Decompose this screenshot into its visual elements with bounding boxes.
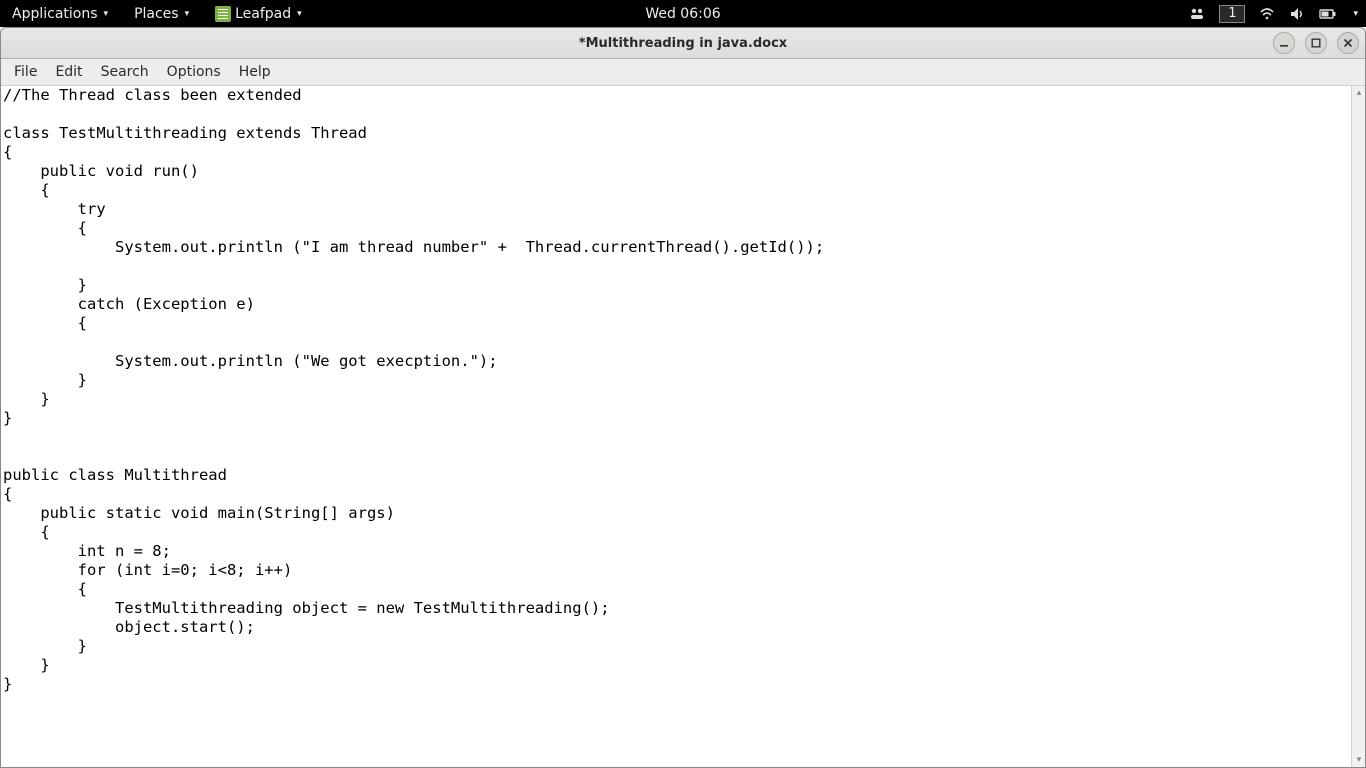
menu-search[interactable]: Search [92, 62, 158, 82]
menu-edit-label: Edit [55, 64, 82, 80]
menu-edit[interactable]: Edit [46, 62, 91, 82]
applications-menu[interactable]: Applications ▾ [8, 6, 112, 22]
workspace-indicator[interactable]: 1 [1219, 5, 1245, 23]
battery-icon[interactable] [1319, 7, 1337, 21]
leafpad-window: *Multithreading in java.docx File Edit S… [0, 27, 1366, 768]
caret-down-icon: ▾ [297, 9, 302, 19]
menu-help-label: Help [239, 64, 271, 80]
gnome-top-bar: Applications ▾ Places ▾ Leafpad ▾ Wed 06… [0, 0, 1366, 27]
window-title: *Multithreading in java.docx [579, 36, 787, 51]
top-bar-left: Applications ▾ Places ▾ Leafpad ▾ [8, 6, 306, 22]
applications-label: Applications [12, 6, 98, 22]
text-editor[interactable]: //The Thread class been extended class T… [1, 86, 1351, 767]
places-label: Places [134, 6, 179, 22]
maximize-button[interactable] [1305, 32, 1327, 54]
close-icon [1343, 38, 1353, 48]
maximize-icon [1311, 38, 1321, 48]
window-controls [1273, 32, 1359, 54]
menu-help[interactable]: Help [230, 62, 280, 82]
wifi-icon[interactable] [1259, 6, 1275, 22]
editor-area: //The Thread class been extended class T… [1, 86, 1365, 767]
menu-file[interactable]: File [5, 62, 46, 82]
top-bar-right: 1 ▾ [1189, 5, 1358, 23]
scroll-up-arrow-icon[interactable]: ▴ [1352, 86, 1366, 100]
vertical-scrollbar[interactable]: ▴ ▾ [1351, 86, 1365, 767]
menu-file-label: File [14, 64, 37, 80]
clock[interactable]: Wed 06:06 [645, 6, 720, 22]
caret-down-icon: ▾ [185, 9, 190, 19]
volume-icon[interactable] [1289, 6, 1305, 22]
caret-down-icon: ▾ [104, 9, 109, 19]
close-button[interactable] [1337, 32, 1359, 54]
menu-options[interactable]: Options [158, 62, 230, 82]
current-app-menu[interactable]: Leafpad ▾ [211, 6, 306, 22]
menubar: File Edit Search Options Help [1, 59, 1365, 86]
workspace-number: 1 [1228, 6, 1236, 21]
system-menu-caret-icon[interactable]: ▾ [1353, 9, 1358, 19]
accessibility-icon[interactable] [1189, 6, 1205, 22]
clock-label: Wed 06:06 [645, 6, 720, 22]
titlebar[interactable]: *Multithreading in java.docx [1, 28, 1365, 59]
current-app-label: Leafpad [235, 6, 291, 22]
minimize-icon [1279, 38, 1289, 48]
menu-search-label: Search [101, 64, 149, 80]
leafpad-icon [215, 6, 231, 22]
minimize-button[interactable] [1273, 32, 1295, 54]
places-menu[interactable]: Places ▾ [130, 6, 193, 22]
menu-options-label: Options [167, 64, 221, 80]
scroll-down-arrow-icon[interactable]: ▾ [1352, 753, 1366, 767]
